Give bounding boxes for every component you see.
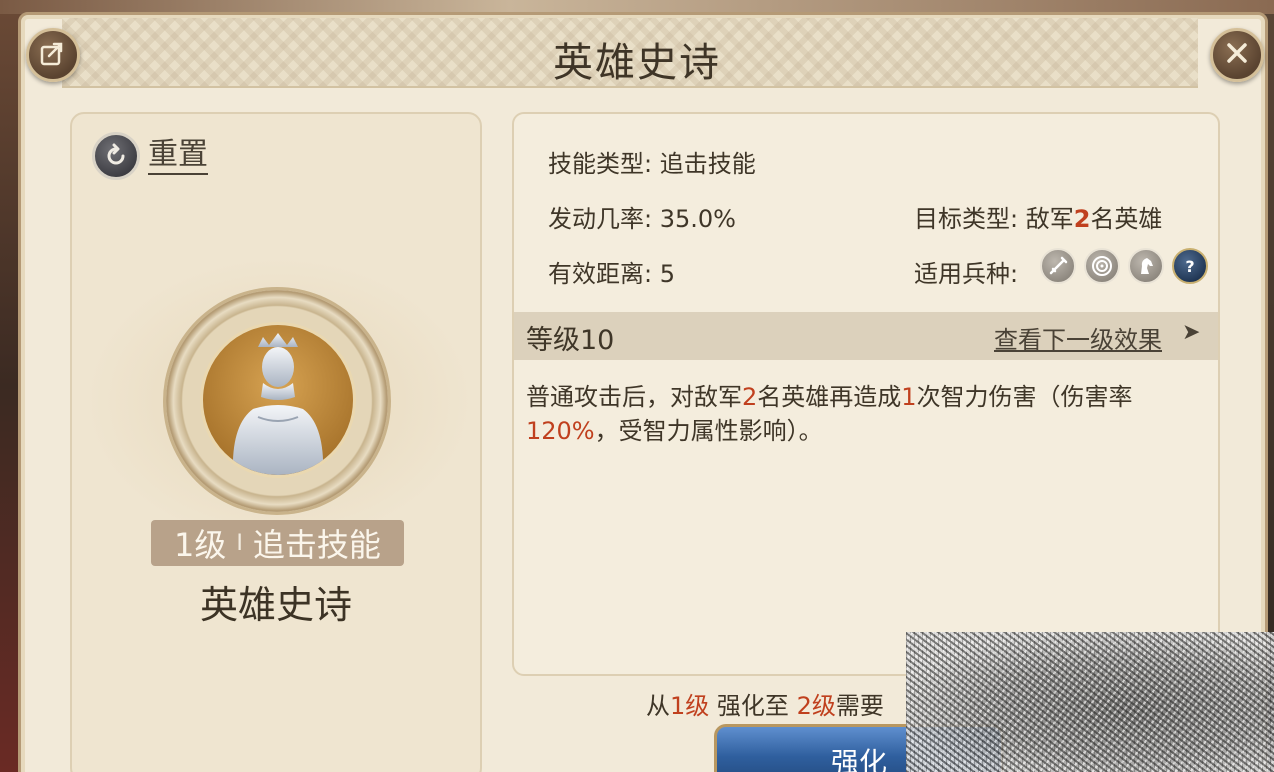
target-count: 2 <box>1073 205 1091 233</box>
hero-silhouette-icon <box>232 333 324 475</box>
sword-icon[interactable] <box>1040 248 1076 284</box>
desc-text-4: ，受智力属性影响）。 <box>594 417 823 445</box>
reset-button[interactable]: 重置 <box>92 132 208 180</box>
badge-separator: I <box>236 530 243 556</box>
trigger-rate-value: 35.0% <box>659 205 736 233</box>
skill-description: 普通攻击后，对敌军2名英雄再造成1次智力伤害（伤害率 120%，受智力属性影响）。 <box>526 380 1206 448</box>
close-button[interactable] <box>1210 28 1264 82</box>
share-button[interactable] <box>26 28 80 82</box>
trigger-rate-label: 发动几率: <box>548 205 653 233</box>
question-icon[interactable]: ? <box>1172 248 1208 284</box>
reset-label: 重置 <box>148 137 208 175</box>
skill-type-stat: 技能类型: 追击技能 <box>548 144 756 179</box>
desc-text-3: 次智力伤害（伤害率 <box>916 383 1133 411</box>
upgrade-from-level: 1级 <box>670 692 710 720</box>
hero-skill-name: 英雄史诗 <box>199 583 352 627</box>
upgrade-from-word: 从 <box>646 692 670 720</box>
target-type-stat: 目标类型: 敌军2名英雄 <box>914 199 1162 234</box>
range-label: 有效距离: <box>548 260 653 288</box>
hero-level-badge: 1级 I 追击技能 <box>151 520 404 566</box>
trigger-rate-stat: 发动几率: 35.0% <box>548 199 736 234</box>
view-next-level-link[interactable]: 查看下一级效果 <box>994 320 1162 355</box>
troop-types-label: 适用兵种: <box>914 260 1019 288</box>
target-type-prefix: 敌军 <box>1025 205 1074 233</box>
upgrade-mid-word: 强化至 <box>716 692 789 720</box>
skill-type-value: 追击技能 <box>659 150 756 178</box>
target-type-label: 目标类型: <box>914 205 1019 233</box>
dialog-title: 英雄史诗 <box>553 40 721 86</box>
skill-level: 等级10 <box>526 325 615 356</box>
close-icon <box>1224 40 1250 70</box>
censored-mosaic-overlay <box>906 632 1274 772</box>
reset-icon <box>92 132 140 180</box>
desc-damage-rate: 120% <box>526 417 595 445</box>
share-icon <box>39 39 67 71</box>
skill-type-label: 技能类型: <box>548 150 653 178</box>
range-stat: 有效距离: 5 <box>548 254 675 289</box>
svg-text:?: ? <box>1185 257 1194 276</box>
hero-portrait <box>200 322 356 478</box>
troop-types-stat: 适用兵种: <box>914 254 1018 289</box>
hero-skill-type: 追击技能 <box>252 526 381 564</box>
horse-icon[interactable] <box>1128 248 1164 284</box>
next-arrow-icon[interactable]: ➤ <box>1182 320 1200 345</box>
hero-level: 1级 <box>174 526 227 564</box>
desc-target-count: 2 <box>742 383 758 411</box>
desc-text-2: 名英雄再造成 <box>757 383 902 411</box>
range-value: 5 <box>659 260 676 288</box>
bow-target-icon[interactable] <box>1084 248 1120 284</box>
desc-hit-count: 1 <box>901 383 917 411</box>
upgrade-requirement: 从1级 强化至 2级需要 <box>646 686 884 721</box>
upgrade-button-label: 强化 <box>830 746 887 772</box>
upgrade-to-level: 2级 <box>796 692 836 720</box>
desc-text-1: 普通攻击后，对敌军 <box>526 383 742 411</box>
target-type-suffix: 名英雄 <box>1090 205 1163 233</box>
troop-icons: ? <box>1040 248 1208 284</box>
upgrade-need-word: 需要 <box>835 692 884 720</box>
